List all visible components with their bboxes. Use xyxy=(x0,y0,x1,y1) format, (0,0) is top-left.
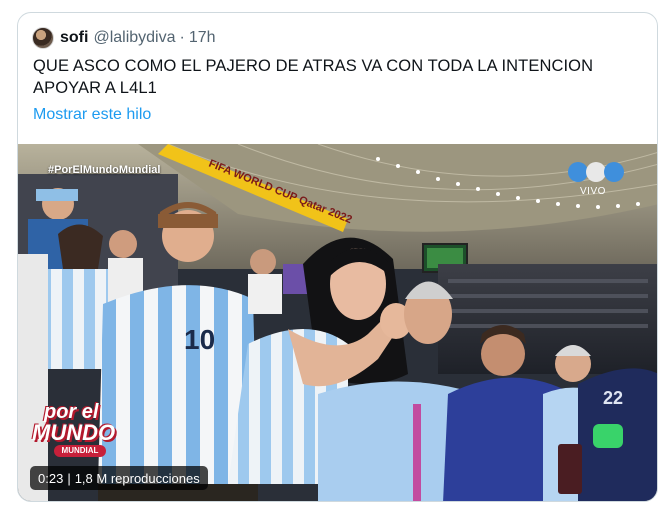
jersey-number-right: 22 xyxy=(603,388,623,408)
program-logo-line-2: MUNDO xyxy=(32,420,116,445)
video-playback-info: 0:23 | 1,8 M reproducciones xyxy=(30,466,208,490)
logo-circle-icon xyxy=(568,162,588,182)
video-time: 0:23 xyxy=(38,470,64,486)
user-handle[interactable]: @lalibydiva xyxy=(93,29,175,47)
view-count: 1,8 M reproducciones xyxy=(74,470,200,486)
separator-dot: · xyxy=(179,29,185,46)
live-label: VIVO xyxy=(580,186,606,197)
tweet-header: sofi @lalibydiva · 17h xyxy=(32,26,216,50)
display-name[interactable]: sofi xyxy=(60,29,88,47)
logo-circle-icon xyxy=(586,162,606,182)
logo-circle-icon xyxy=(604,162,624,182)
avatar[interactable] xyxy=(32,27,54,49)
hashtag-overlay: #PorElMundoMundial xyxy=(48,164,161,176)
tweet-text-line-1: QUE ASCO COMO EL PAJERO DE ATRAS VA CON … xyxy=(33,57,594,75)
view-separator: | xyxy=(67,470,71,486)
tweet-text-line-2: APOYAR A L4L1 xyxy=(33,79,157,97)
program-logo-line-3: MUNDIAL xyxy=(54,445,106,457)
tweet-card[interactable]: sofi @lalibydiva · 17h QUE ASCO COMO EL … xyxy=(17,12,658,502)
program-logo-line-1: por el xyxy=(44,401,99,423)
tv-channel-logo: VIVO xyxy=(566,162,628,202)
tweet-text: QUE ASCO COMO EL PAJERO DE ATRAS VA CON … xyxy=(33,55,633,99)
video-player[interactable]: FIFA WORLD CUP Qatar 2022 10 22 #PorElMu… xyxy=(18,144,657,501)
program-logo: por el MUNDO MUNDIAL xyxy=(30,402,125,462)
show-thread-link[interactable]: Mostrar este hilo xyxy=(33,106,151,124)
jersey-number: 10 xyxy=(184,324,215,355)
timestamp[interactable]: 17h xyxy=(189,29,216,47)
